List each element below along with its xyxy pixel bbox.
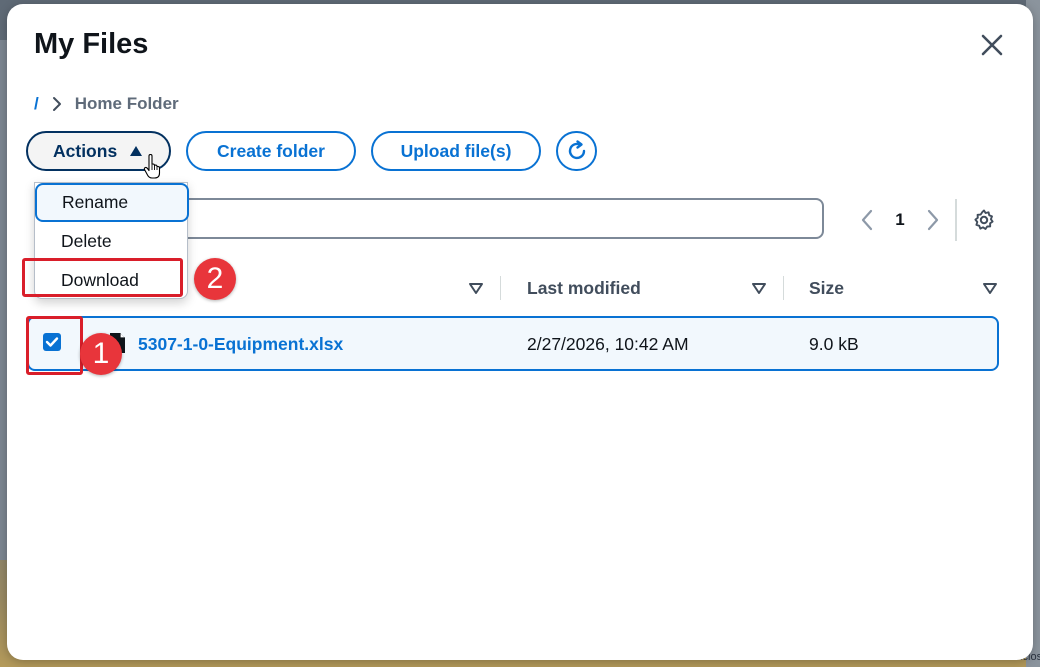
sort-size-button[interactable] (982, 280, 998, 296)
sort-last-modified-button[interactable] (751, 280, 767, 296)
annotation-step-1-badge: 1 (80, 333, 122, 375)
column-divider (783, 276, 784, 300)
actions-button-label: Actions (53, 140, 118, 161)
sort-down-icon (983, 283, 997, 294)
create-folder-button[interactable]: Create folder (186, 131, 356, 171)
search-field[interactable] (160, 198, 824, 239)
close-icon (981, 34, 1003, 56)
dialog-title: My Files (34, 28, 149, 60)
menu-item-delete[interactable]: Delete (35, 222, 189, 261)
refresh-icon (568, 140, 585, 160)
annotation-highlight-checkbox (26, 316, 83, 375)
menu-item-rename[interactable]: Rename (35, 183, 189, 222)
search-input[interactable] (162, 200, 822, 237)
annotation-step-2-badge: 2 (194, 258, 236, 300)
previous-page-button[interactable] (852, 205, 882, 235)
pagination: 1 (852, 204, 948, 236)
next-page-button[interactable] (918, 205, 948, 235)
column-divider (500, 276, 501, 300)
page-number-current[interactable]: 1 (882, 210, 918, 230)
annotation-highlight-download (22, 258, 183, 297)
cell-last-modified: 2/27/2026, 10:42 AM (527, 334, 689, 354)
chevron-right-icon (927, 209, 939, 231)
hand-cursor-icon (143, 153, 163, 180)
chevron-right-icon (51, 96, 63, 112)
sort-down-icon (752, 283, 766, 294)
column-header-size[interactable]: Size (809, 268, 844, 308)
upload-files-button[interactable]: Upload file(s) (371, 131, 541, 171)
refresh-button[interactable] (556, 131, 597, 171)
sort-name-button[interactable] (468, 280, 484, 296)
column-header-last-modified[interactable]: Last modified (527, 268, 641, 308)
close-button[interactable] (977, 30, 1007, 60)
chevron-left-icon (861, 209, 873, 231)
gear-icon (974, 209, 994, 230)
pagination-divider (955, 199, 957, 241)
file-name-link[interactable]: 5307-1-0-Equipment.xlsx (138, 334, 343, 355)
breadcrumb: / Home Folder (34, 94, 179, 114)
preferences-button[interactable] (970, 206, 998, 234)
breadcrumb-root-link[interactable]: / (34, 94, 39, 114)
caret-up-icon (130, 146, 143, 156)
cell-size: 9.0 kB (809, 334, 859, 354)
breadcrumb-current: Home Folder (74, 94, 179, 113)
sort-down-icon (469, 283, 483, 294)
